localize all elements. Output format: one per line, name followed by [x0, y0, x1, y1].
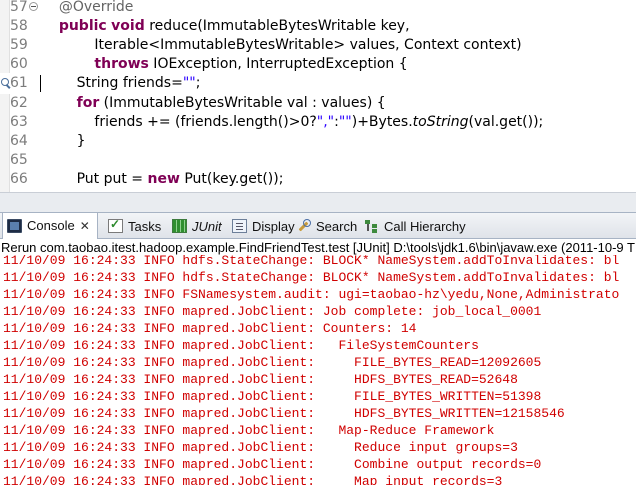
tab-label: Display: [252, 218, 295, 234]
code-token: (val.get());: [468, 113, 544, 130]
junit-icon: [172, 219, 187, 233]
code-string: "": [338, 113, 352, 130]
code-text: String friends="";: [41, 73, 201, 94]
code-line[interactable]: 65: [0, 150, 636, 171]
line-number: 61: [10, 75, 28, 92]
line-number: 66: [10, 170, 28, 187]
close-icon[interactable]: ✕: [80, 219, 90, 233]
code-text: Iterable<ImmutableBytesWritable> values,…: [41, 35, 522, 56]
console-output[interactable]: 11/10/09 16:24:33 INFO hdfs.StateChange:…: [0, 255, 636, 485]
code-keyword: new: [147, 170, 180, 187]
code-line[interactable]: 58 public void reduce(ImmutableBytesWrit…: [0, 16, 636, 37]
line-number: 62: [10, 94, 28, 111]
fold-collapse-icon[interactable]: [29, 2, 38, 11]
code-token: reduce(ImmutableBytesWritable key,: [144, 18, 410, 35]
code-line[interactable]: 66 Put put = new Put(key.get());: [0, 169, 636, 190]
tab-tasks[interactable]: Tasks: [104, 213, 164, 239]
code-line[interactable]: 59 Iterable<ImmutableBytesWritable> valu…: [0, 35, 636, 56]
display-icon: [232, 219, 247, 233]
code-token: Put(key.get());: [179, 170, 284, 187]
line-number: 59: [10, 37, 28, 54]
code-text: public void reduce(ImmutableBytesWritabl…: [41, 16, 410, 37]
code-keyword: for: [76, 94, 100, 111]
code-text: throws IOException, InterruptedException…: [41, 54, 408, 75]
code-line[interactable]: 61 String friends="";: [0, 73, 636, 95]
code-keyword: void: [111, 18, 145, 35]
code-token: Put put =: [41, 170, 148, 187]
line-number: 64: [10, 132, 28, 149]
code-line[interactable]: 64 }: [0, 131, 636, 152]
search-icon: [296, 219, 311, 233]
code-token: IOException, InterruptedException {: [148, 56, 408, 73]
code-keyword: throws: [94, 56, 149, 73]
code-text: Put put = new Put(key.get());: [41, 169, 284, 190]
tab-label: Tasks: [128, 218, 162, 234]
occurrence-marker-icon: [1, 78, 11, 88]
tab-label: Search: [316, 218, 358, 234]
tab-label: Console: [27, 218, 75, 233]
view-tab-bar: Console ✕ Tasks JUnit Display Search Call Hier…: [0, 212, 636, 239]
code-token: (ImmutableBytesWritable val : values) {: [99, 94, 386, 111]
code-string: ",": [316, 113, 335, 130]
code-text: for (ImmutableBytesWritable val : values…: [41, 93, 386, 114]
code-token: String friends=: [41, 75, 183, 92]
console-line: 11/10/09 16:24:33 INFO mapred.JobClient:…: [3, 474, 503, 485]
code-token: toString: [412, 113, 469, 130]
tab-label: Call Hierarchy: [384, 218, 466, 234]
console-icon: [7, 218, 22, 233]
line-number: 60: [10, 56, 28, 73]
code-token: Iterable<ImmutableBytesWritable> values,…: [41, 37, 522, 54]
code-line[interactable]: 62 for (ImmutableBytesWritable val : val…: [0, 93, 636, 114]
code-token: ;: [195, 75, 201, 92]
code-token: }: [41, 132, 86, 149]
code-editor[interactable]: 57 @Override 58 public void reduce(Immuta…: [0, 0, 636, 192]
code-text: friends += (friends.length()>0?",":"")+B…: [41, 112, 543, 133]
code-line[interactable]: 63 friends += (friends.length()>0?",":""…: [0, 112, 636, 133]
code-annotation: @Override: [58, 0, 134, 15]
code-token: friends += (friends.length()>0?: [41, 113, 317, 130]
code-token: )+Bytes.: [351, 113, 413, 130]
code-string: "": [182, 75, 196, 92]
code-line[interactable]: 60 throws IOException, InterruptedExcept…: [0, 54, 636, 75]
tab-label: JUnit: [192, 218, 222, 234]
tab-call-hierarchy[interactable]: Call Hierarchy: [360, 213, 480, 239]
hierarchy-icon: [364, 219, 379, 233]
tab-console[interactable]: Console ✕: [2, 212, 98, 239]
view-splitter[interactable]: [0, 192, 636, 212]
tab-junit[interactable]: JUnit: [168, 213, 224, 239]
tab-search[interactable]: Search: [292, 213, 358, 239]
line-number: 63: [10, 113, 28, 130]
tab-display[interactable]: Display: [228, 213, 295, 239]
line-number: 58: [10, 18, 28, 35]
code-text: }: [41, 131, 86, 152]
tasks-icon: [108, 217, 123, 233]
code-keyword: public: [58, 18, 107, 35]
line-number: 65: [10, 151, 28, 168]
